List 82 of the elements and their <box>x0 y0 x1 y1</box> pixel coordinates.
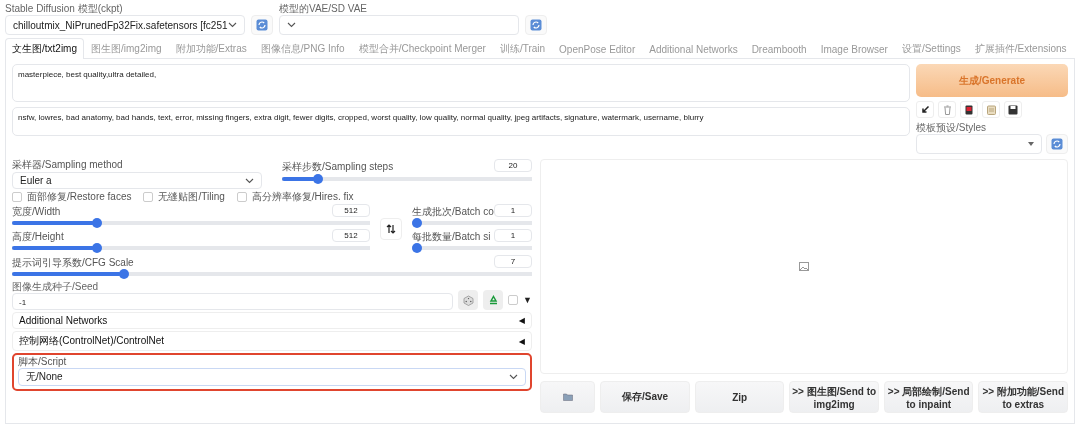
chevron-down-icon <box>509 374 518 380</box>
checkbox[interactable] <box>12 191 22 202</box>
slider-thumb[interactable] <box>92 243 103 253</box>
open-folder-button[interactable] <box>540 381 596 413</box>
number-field[interactable]: 512 <box>332 229 370 242</box>
refresh-icon <box>530 19 542 31</box>
reuse-seed-button[interactable] <box>483 290 504 310</box>
model-dropdown[interactable]: chilloutmix_NiPrunedFp32Fix.safetensors [fc251 <box>5 15 245 35</box>
number-field[interactable]: 7 <box>494 255 532 268</box>
slider-thumb[interactable] <box>412 218 422 228</box>
expand-toggle[interactable]: ▼ <box>523 295 532 310</box>
refresh-button[interactable] <box>525 15 547 35</box>
tool-button[interactable] <box>960 101 978 118</box>
sampler-dropdown[interactable]: Euler a <box>12 172 262 189</box>
number-field[interactable]: 1 <box>494 204 532 217</box>
slider-label: 生成批次/Batch co <box>412 206 494 217</box>
negative-prompt-field[interactable]: nsfw, lowres, bad anatomy, bad hands, text, error, missing fingers, extra digit, fewer digits, cropped, worst quality, low quality, normal quality, jpeg artifacts, signature, watermark, username, blurry <box>12 107 910 136</box>
checkbox-label: 高分辨率修复/Hires. fix <box>251 191 354 202</box>
swap-button[interactable] <box>380 217 402 240</box>
slider-label: 每批数量/Batch si <box>412 231 491 242</box>
save-icon <box>1008 104 1018 115</box>
field-label: 脚本/Script <box>18 356 68 367</box>
slider-track[interactable] <box>412 218 532 228</box>
tool-button[interactable] <box>916 101 934 118</box>
checkbox[interactable] <box>236 191 247 202</box>
slider-thumb[interactable] <box>119 269 130 279</box>
accordion-header[interactable]: Additional Networks ◀ <box>12 312 532 329</box>
output-button[interactable]: 保存/Save <box>600 381 690 413</box>
accordion-title: Additional Networks <box>19 315 108 326</box>
dropdown-value: Euler a <box>20 175 52 186</box>
slider-label: 高度/Height <box>12 231 64 242</box>
chevron-down-icon <box>287 22 296 28</box>
collapse-toggle: ◀ <box>518 316 525 325</box>
dice-button[interactable] <box>458 290 479 310</box>
image-icon <box>799 262 809 271</box>
dropdown-value: chilloutmix_NiPrunedFp32Fix.safetensors [fc251 <box>13 19 228 31</box>
collapse-toggle: ◀ <box>518 336 525 346</box>
chevron-down-icon <box>245 177 254 184</box>
field-label: 采样器/Sampling method <box>12 159 124 170</box>
trash-icon <box>942 104 952 115</box>
seed-field[interactable]: -1 <box>12 293 454 310</box>
number-field[interactable]: 512 <box>332 204 370 217</box>
dice-icon <box>462 294 474 306</box>
dropdown-value: 无/None <box>26 370 63 384</box>
checkbox-label: 面部修复/Restore faces <box>27 191 132 202</box>
number-field[interactable]: 20 <box>494 159 532 172</box>
field-label: 模型的VAE/SD VAE <box>279 3 368 14</box>
output-button[interactable]: >> 局部绘制/Send to inpaint <box>883 381 974 413</box>
field-label: Stable Diffusion 模型(ckpt) <box>5 3 124 14</box>
script-dropdown[interactable]: 无/None <box>18 368 526 386</box>
slider-thumb[interactable] <box>92 218 103 228</box>
output-button[interactable]: Zip <box>694 381 785 413</box>
refresh-button[interactable] <box>251 15 273 35</box>
slider-track[interactable] <box>412 243 532 253</box>
accordion-title: 控制网络(ControlNet)/ControlNet <box>19 334 165 348</box>
number-field[interactable]: 1 <box>494 229 532 242</box>
slider-thumb[interactable] <box>313 174 324 184</box>
clipboard-icon <box>986 104 996 115</box>
swap-icon <box>386 223 396 234</box>
slider-label: 宽度/Width <box>12 206 61 217</box>
slider-label: 采样步数/Sampling steps <box>282 161 394 172</box>
checkbox[interactable] <box>143 191 154 202</box>
field-label: 模板预设/Styles <box>916 122 987 133</box>
output-button[interactable]: >> 图生图/Send to img2img <box>789 381 879 413</box>
arrow-icon <box>920 105 930 114</box>
checkbox[interactable] <box>508 295 519 305</box>
refresh-icon <box>1051 138 1063 150</box>
accordion-header[interactable]: 控制网络(ControlNet)/ControlNet ◀ <box>12 331 532 351</box>
tab[interactable]: 文生图/txt2img <box>5 38 84 59</box>
checkbox-label: 无缝贴图/Tiling <box>158 191 225 202</box>
chevron-down-icon <box>228 22 237 28</box>
caret-down-icon <box>1028 142 1034 146</box>
slider-thumb[interactable] <box>412 243 422 253</box>
prompt-field[interactable]: masterpiece, best quality,ultra detailed, <box>12 64 910 102</box>
card-icon <box>965 104 973 115</box>
field-label: 图像生成种子/Seed <box>12 281 100 292</box>
slider-label: 提示词引导系数/CFG Scale <box>12 257 134 268</box>
refresh-button[interactable] <box>1046 134 1068 154</box>
tool-button[interactable] <box>1004 101 1022 118</box>
refresh-icon <box>256 19 268 31</box>
folder-icon <box>562 393 573 401</box>
output-button[interactable]: >> 附加功能/Send to extras <box>978 381 1068 413</box>
